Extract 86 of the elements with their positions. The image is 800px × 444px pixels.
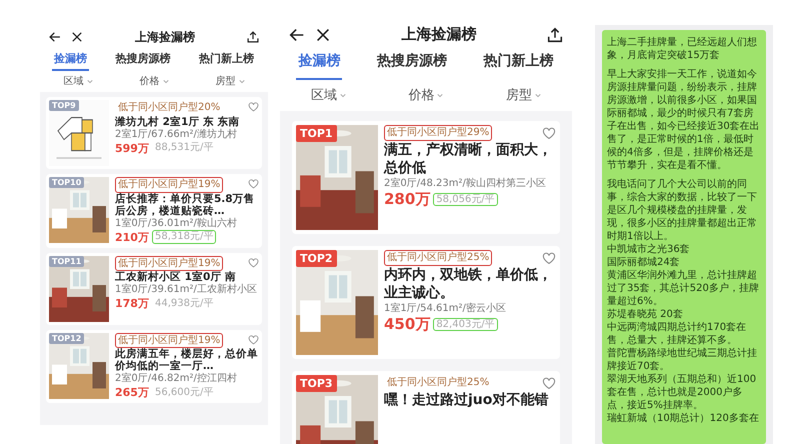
listing-details: 1室0厅/36.01m²/鞍山六村 <box>115 218 238 230</box>
listing-title: 满五，产权清晰，面积大，总价低 <box>384 140 553 177</box>
caret-icon <box>340 92 346 98</box>
rank-badge: TOP2 <box>296 250 337 267</box>
listing-card[interactable]: TOP11 低于同小区同户型19% 工农新村小区 1室0厅 南 1室0厅/39.61m²/工农新村小区 178万 44,938元/平 <box>46 252 262 325</box>
message-paragraph: 苏堤春晓苑 20套 <box>607 308 684 321</box>
page-title: 上海捡漏榜 <box>400 25 478 44</box>
listing-card[interactable]: TOP10 低于同小区同户型19% 店长推荐：单价只要5.8万售后公房，楼道贴瓷砖… 1室0厅/36.01m²/鞍山六村 210万 58,318元/平 <box>46 174 262 248</box>
caret-icon <box>86 78 92 84</box>
heart-icon[interactable] <box>542 127 556 140</box>
message-paragraph: 我电话问了几个大公司以前的同事，综合大家的数据，比较了一下是区几个规模楼盘的挂牌量，发现，很多小区的挂牌量都超出正常时期1倍以上。 <box>607 178 758 243</box>
filter-dropdown[interactable]: 房型 <box>506 82 541 108</box>
caret-icon <box>162 78 168 84</box>
unit-price: 82,403元/平 <box>433 318 498 332</box>
rank-badge: TOP10 <box>49 177 84 188</box>
filter-dropdown[interactable]: 区域 <box>311 82 346 108</box>
message-paragraph: 黄浦区华润外滩九里，总计挂牌超过了35套，其总计520多户，挂牌量超过6%。 <box>607 269 760 308</box>
rank-badge: TOP1 <box>296 125 337 142</box>
discount-tag: 低于同小区同户型19% <box>115 256 224 272</box>
rank-badge: TOP11 <box>49 256 84 267</box>
discount-tag: 低于同小区同户型20% <box>115 100 224 116</box>
listing-title: 店长推荐：单价只要5.8万售后公房，楼道贴瓷砖… <box>115 192 256 217</box>
close-icon[interactable] <box>70 30 84 44</box>
rank-badge: TOP12 <box>49 332 84 344</box>
caret-icon <box>238 78 244 84</box>
heart-icon[interactable] <box>248 102 259 112</box>
listing-title: 潍坊九村 2室1厅 东 东南 <box>115 116 241 128</box>
tab[interactable]: 热搜房源榜 <box>113 49 172 71</box>
total-price: 280万 <box>384 190 430 209</box>
tab[interactable]: 热搜房源榜 <box>374 44 449 80</box>
listing-details: 2室1厅/67.66m²/潍坊九村 <box>115 128 238 141</box>
share-icon[interactable] <box>246 30 260 44</box>
listing-card[interactable]: TOP2 低于同小区同户型25% 内环内，双地铁，单价低，业主诚心。 1室1厅/54.61m²/密云小区 450万 82,403元/平 <box>292 246 560 359</box>
listing-title: 此房满五年，楼层好，总价单价均低的一室一厅… <box>115 348 259 372</box>
message-paragraph: 瑞虹新城（10期总计）120多套在 <box>607 412 760 425</box>
total-price: 599万 <box>115 140 149 156</box>
discount-tag: 低于同小区同户型29% <box>384 125 492 140</box>
filter-dropdown[interactable]: 价格 <box>408 82 444 108</box>
discount-tag: 低于同小区同户型19% <box>115 332 224 348</box>
unit-price: 56,600元/平 <box>154 386 214 400</box>
filter-dropdown[interactable]: 房型 <box>210 73 250 89</box>
unit-price: 44,938元/平 <box>154 296 214 310</box>
tab[interactable]: 热门新上榜 <box>196 49 256 71</box>
back-icon[interactable] <box>48 30 62 44</box>
listing-card[interactable]: TOP12 低于同小区同户型19% 此房满五年，楼层好，总价单价均低的一室一厅… 2室0厅/46.82m²/控江四村 265万 56,600元/平 <box>46 330 262 404</box>
rank-badge: TOP3 <box>296 375 337 392</box>
page-title: 上海捡漏榜 <box>134 28 196 46</box>
filter-dropdown[interactable]: 区域 <box>58 73 98 89</box>
message-paragraph: 中凯城市之光36套 <box>607 243 691 256</box>
discount-tag: 低于同小区同户型25% <box>384 375 492 390</box>
message-paragraph: 中远两湾城四期总计约170套在售，总量大，挂牌还算不多。 <box>607 321 748 347</box>
heart-icon[interactable] <box>248 258 259 268</box>
message-paragraph: 翠湖天地系列（五期总和）近100套在售，总计也就是2000户多点，接近5%挂牌率。 <box>607 373 758 412</box>
caret-icon <box>437 92 444 98</box>
discount-tag: 低于同小区同户型19% <box>115 177 224 192</box>
listing-title: 工农新村小区 1室0厅 南 <box>115 271 237 284</box>
total-price: 210万 <box>115 230 149 245</box>
rank-badge: TOP9 <box>49 100 79 111</box>
total-price: 450万 <box>384 314 430 334</box>
unit-price: 58,318元/平 <box>152 230 216 244</box>
heart-icon[interactable] <box>248 334 259 345</box>
tab[interactable]: 热门新上榜 <box>482 44 556 80</box>
total-price: 265万 <box>115 385 149 400</box>
listing-details: 1室0厅/39.61m²/工农新村小区 <box>115 284 258 296</box>
listing-details: 2室0厅/46.82m²/控江四村 <box>115 373 238 386</box>
heart-icon[interactable] <box>542 377 556 390</box>
discount-tag: 低于同小区同户型25% <box>384 250 492 266</box>
listing-card[interactable]: TOP3 低于同小区同户型25% 嘿！走过路过juo对不能错 <box>292 371 560 444</box>
listing-title: 嘿！走过路过juo对不能错 <box>384 390 550 409</box>
message-paragraph: 早上大家安排一天工作，说道如今房源挂牌量问题，纷纷表示，挂牌房源激增，以前很多小区，如果国际丽都城，最少的时候只有7套房子在出售，如今已经接近30套在出售了，是正常时候的1倍，最低时候的4倍多，但是，挂牌价格还是节节攀升，实在是看不懂。 <box>607 68 761 172</box>
message-paragraph: 上海二手挂牌量，已经远超人们想象，月底肯定突破15万套 <box>607 36 758 62</box>
total-price: 178万 <box>115 296 149 312</box>
share-icon[interactable] <box>546 26 564 44</box>
unit-price: 58,056元/平 <box>433 192 498 206</box>
heart-icon[interactable] <box>542 252 556 265</box>
message-paragraph: 普陀曹杨路绿地世纪城三期总计挂牌接近70套。 <box>607 347 758 373</box>
listing-card[interactable]: TOP9 低于同小区同户型20% 潍坊九村 2室1厅 东 东南 2室1厅/67.66m²/潍坊九村 599万 88,531元/平 <box>46 97 262 169</box>
unit-price: 88,531元/平 <box>154 141 214 155</box>
listing-details: 2室0厅/48.23m²/鞍山四村第三小区 <box>384 178 547 190</box>
listing-card[interactable]: TOP1 低于同小区同户型29% 满五，产权清晰，面积大，总价低 2室0厅/48.23m²/鞍山四村第三小区 280万 58,056元/平 <box>292 121 560 234</box>
message-paragraph: 国际丽都城24套 <box>607 256 681 269</box>
heart-icon[interactable] <box>248 179 259 189</box>
listing-title: 内环内，双地铁，单价低，业主诚心。 <box>384 266 553 302</box>
caret-icon <box>534 92 541 98</box>
listing-details: 1室1厅/54.61m²/密云小区 <box>384 302 507 315</box>
filter-dropdown[interactable]: 价格 <box>134 73 174 89</box>
